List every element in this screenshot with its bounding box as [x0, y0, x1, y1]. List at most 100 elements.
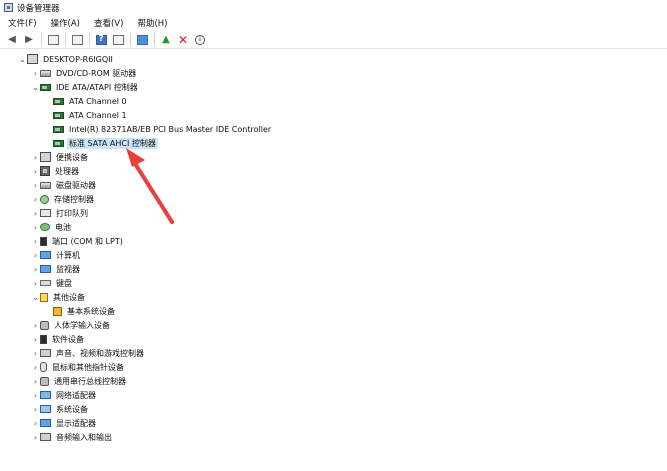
expand-chevron-icon[interactable]: › [31, 388, 40, 402]
tree-node[interactable]: › 通用串行总线控制器 [31, 374, 128, 388]
expand-chevron-icon[interactable]: › [31, 402, 40, 416]
expand-chevron-icon[interactable]: › [31, 332, 40, 346]
tree-node[interactable]: › 磁盘驱动器 [31, 178, 98, 192]
sata-controller-icon [53, 139, 64, 147]
tree-node[interactable]: › DVD/CD-ROM 驱动器 [31, 66, 138, 80]
tree-node[interactable]: › 人体学输入设备 [31, 318, 112, 332]
tree-node[interactable]: 标准 SATA AHCI 控制器 [44, 136, 158, 150]
toolbar-separator [89, 33, 90, 46]
expand-chevron-icon[interactable]: › [31, 430, 40, 444]
collapse-chevron-icon[interactable]: ⌄ [18, 52, 27, 66]
tree-node[interactable]: ATA Channel 0 [44, 94, 129, 108]
expand-chevron-icon[interactable]: › [31, 276, 40, 290]
warning-device-icon [53, 306, 62, 316]
ata-channel-icon [53, 97, 64, 105]
menu-file[interactable]: 文件(F) [7, 16, 38, 30]
tree-node-label: 人体学输入设备 [54, 320, 110, 330]
help-icon [95, 34, 107, 45]
audio-io-icon [40, 433, 51, 441]
storage-controller-icon [40, 194, 49, 204]
tree-node-label: 软件设备 [52, 334, 84, 344]
download-circle-icon: ↓ [195, 34, 205, 45]
collapse-chevron-icon[interactable]: ⌄ [31, 290, 40, 304]
expand-chevron-icon[interactable]: › [31, 192, 40, 206]
tree-node[interactable]: › 键盘 [31, 276, 74, 290]
window-title: 设备管理器 [17, 3, 60, 14]
toolbar-separator [41, 33, 42, 46]
expand-chevron-icon[interactable]: › [31, 234, 40, 248]
expand-chevron-icon[interactable]: › [31, 360, 40, 374]
expand-chevron-icon[interactable]: › [31, 206, 40, 220]
usb-icon [40, 376, 49, 386]
expand-chevron-icon[interactable]: › [31, 318, 40, 332]
expand-chevron-icon[interactable]: › [31, 262, 40, 276]
tree-node[interactable]: › 便携设备 [31, 150, 90, 164]
processor-icon [40, 166, 50, 176]
tree-node-label: 磁盘驱动器 [56, 180, 96, 190]
tree-node-label: 监视器 [56, 264, 80, 274]
expand-chevron-icon[interactable]: › [31, 346, 40, 360]
tree-node[interactable]: › 电池 [31, 220, 73, 234]
tree-node[interactable]: › 处理器 [31, 164, 81, 178]
hid-icon [40, 320, 49, 330]
menu-view[interactable]: 查看(V) [93, 16, 124, 30]
uninstall-x-icon[interactable]: ✕ [175, 32, 191, 48]
tree-node[interactable]: › 音频输入和输出 [31, 430, 114, 444]
tree-node[interactable]: › 网络适配器 [31, 388, 98, 402]
expand-chevron-icon[interactable]: › [31, 164, 40, 178]
expand-chevron-icon[interactable]: › [31, 150, 40, 164]
tree-node[interactable]: › 显示适配器 [31, 416, 98, 430]
tree-node[interactable]: ⌄ DESKTOP-R6IGQII [18, 52, 115, 66]
tree-node[interactable]: › 鼠标和其他指针设备 [31, 360, 126, 374]
tree-node[interactable]: › 打印队列 [31, 206, 90, 220]
tree-node[interactable]: ATA Channel 1 [44, 108, 129, 122]
tree-node-label: 标准 SATA AHCI 控制器 [67, 137, 158, 149]
tree-node[interactable]: ⌄ IDE ATA/ATAPI 控制器 [31, 80, 140, 94]
tree-node[interactable]: Intel(R) 82371AB/EB PCI Bus Master IDE C… [44, 122, 273, 136]
scan-hardware-button[interactable]: ↓ [192, 32, 208, 48]
expand-chevron-icon[interactable]: › [31, 66, 40, 80]
forward-arrow-icon[interactable]: ▶ [21, 32, 37, 48]
expand-chevron-icon[interactable]: › [31, 220, 40, 234]
tree-node[interactable]: › 软件设备 [31, 332, 86, 346]
collapse-chevron-icon[interactable]: ⌄ [31, 80, 40, 94]
battery-icon [40, 223, 50, 231]
expand-chevron-icon[interactable]: › [31, 416, 40, 430]
title-bar: 设备管理器 [0, 0, 667, 15]
tree-node-label: Intel(R) 82371AB/EB PCI Bus Master IDE C… [69, 124, 272, 134]
toolbar-separator [154, 33, 155, 46]
computer-icon [40, 251, 51, 259]
tree-node[interactable]: › 计算机 [31, 248, 82, 262]
system-device-icon [40, 405, 51, 413]
tree-node[interactable]: ⌄ 其他设备 [31, 290, 87, 304]
tree-node[interactable]: 基本系统设备 [44, 304, 117, 318]
details-button[interactable] [110, 32, 126, 48]
keyboard-icon [40, 280, 51, 286]
expand-chevron-icon[interactable]: › [31, 178, 40, 192]
menu-action[interactable]: 操作(A) [50, 16, 81, 30]
list-view-button[interactable] [69, 32, 85, 48]
tree-node-label: 基本系统设备 [67, 306, 115, 316]
toolbar: ◀ ▶ ▲ ✕ ↓ [0, 31, 667, 49]
dvd-drive-icon [40, 69, 51, 77]
tree-node[interactable]: › 端口 (COM 和 LPT) [31, 234, 125, 248]
back-arrow-icon[interactable]: ◀ [4, 32, 20, 48]
menu-help[interactable]: 帮助(H) [136, 16, 168, 30]
update-driver-icon[interactable]: ▲ [158, 32, 174, 48]
ide-controller-icon [40, 83, 51, 91]
tree-node-label: 网络适配器 [56, 390, 96, 400]
toolbar-separator [65, 33, 66, 46]
tree-node-label: 端口 (COM 和 LPT) [52, 236, 123, 246]
properties-icon [47, 34, 59, 45]
tree-node[interactable]: › 系统设备 [31, 402, 90, 416]
expand-chevron-icon[interactable]: › [31, 374, 40, 388]
tree-node[interactable]: › 监视器 [31, 262, 82, 276]
help-button[interactable] [93, 32, 109, 48]
tree-node[interactable]: › 声音、视频和游戏控制器 [31, 346, 146, 360]
list-icon [71, 34, 83, 45]
monitor-button[interactable] [134, 32, 150, 48]
tree-node[interactable]: › 存储控制器 [31, 192, 96, 206]
expand-chevron-icon[interactable]: › [31, 248, 40, 262]
properties-button[interactable] [45, 32, 61, 48]
